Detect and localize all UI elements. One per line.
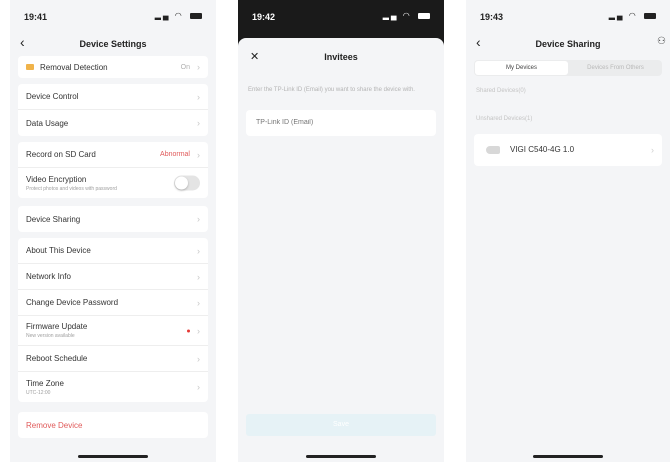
status-time: 19:41 xyxy=(24,12,48,22)
back-chevron-icon[interactable]: ‹ xyxy=(476,34,481,50)
user-add-icon[interactable]: ⚇ xyxy=(657,36,666,47)
device-sharing-row[interactable]: Device Sharing › xyxy=(18,206,208,232)
firmware-update-label: Firmware Update xyxy=(26,322,88,331)
status-icons: ▂▄ ◠ xyxy=(155,11,202,20)
device-control-label: Device Control xyxy=(26,92,79,101)
shared-devices-label: Shared Devices(0) xyxy=(476,88,526,94)
back-chevron-icon[interactable]: ‹ xyxy=(20,34,25,50)
time-zone-row[interactable]: Time Zone UTC-12:00 › xyxy=(18,372,208,402)
chevron-right-icon: › xyxy=(197,382,200,392)
chevron-right-icon: › xyxy=(197,297,200,308)
status-bar: 19:41 ▂▄ ◠ xyxy=(10,0,216,30)
camera-icon xyxy=(486,146,500,154)
sd-card-label: Record on SD Card xyxy=(26,150,96,159)
remove-group: Remove Device xyxy=(18,412,208,438)
video-encryption-label: Video Encryption xyxy=(26,174,87,184)
chevron-right-icon: › xyxy=(197,271,200,282)
sd-card-status: Abnormal xyxy=(160,151,190,158)
device-tabs: My Devices Devices From Others xyxy=(474,60,662,76)
change-password-label: Change Device Password xyxy=(26,298,119,307)
firmware-update-row[interactable]: Firmware Update New version available › xyxy=(18,316,208,346)
removal-detection-row[interactable]: Removal Detection On › xyxy=(18,56,208,78)
chevron-right-icon: › xyxy=(197,214,200,224)
device-list-item[interactable]: VIGI C540-4G 1.0 › xyxy=(474,134,662,166)
tplink-id-input[interactable] xyxy=(246,110,436,136)
removal-group: Removal Detection On › xyxy=(18,56,208,78)
status-bar: 19:43 ▂▄ ◠ xyxy=(466,0,670,30)
sheet-title: Invitees xyxy=(324,52,358,62)
home-indicator xyxy=(78,455,148,458)
invitees-screen: 19:42 ▂▄ ◠ ✕ Invitees Enter the TP-Link … xyxy=(238,0,444,462)
data-usage-label: Data Usage xyxy=(26,118,69,128)
reboot-schedule-label: Reboot Schedule xyxy=(26,354,88,363)
about-device-row[interactable]: About This Device › xyxy=(18,238,208,264)
removal-detection-value: On xyxy=(180,63,190,71)
status-bar: 19:42 ▂▄ ◠ xyxy=(238,0,444,30)
page-title: Device Settings xyxy=(79,39,147,49)
chevron-right-icon: › xyxy=(197,245,200,256)
tab-devices-from-others[interactable]: Devices From Others xyxy=(569,60,662,76)
battery-icon xyxy=(644,12,656,19)
about-device-label: About This Device xyxy=(26,246,91,255)
page-title: Device Sharing xyxy=(535,39,601,49)
storage-group: Record on SD Card Abnormal › Video Encry… xyxy=(18,142,208,198)
firmware-update-subtitle: New version available xyxy=(26,333,75,339)
chevron-right-icon: › xyxy=(197,325,200,336)
nav-bar: ‹ Device Sharing ⚇ xyxy=(466,32,670,56)
status-icons: ▂▄ ◠ xyxy=(383,11,430,20)
device-sharing-screen: 19:43 ▂▄ ◠ ‹ Device Sharing ⚇ My Devices… xyxy=(466,0,670,462)
invite-hint: Enter the TP-Link ID (Email) you want to… xyxy=(248,87,415,93)
status-icons: ▂▄ ◠ xyxy=(609,11,656,20)
chevron-right-icon: › xyxy=(197,118,200,128)
device-settings-screen: 19:41 ▂▄ ◠ ‹ Device Settings Removal Det… xyxy=(10,0,216,462)
remove-device-button[interactable]: Remove Device xyxy=(26,421,82,430)
time-zone-value: UTC-12:00 xyxy=(26,389,51,396)
invitees-sheet: ✕ Invitees Enter the TP-Link ID (Email) … xyxy=(238,38,444,462)
video-encryption-row: Video Encryption Protect photos and vide… xyxy=(18,168,208,198)
sd-card-row[interactable]: Record on SD Card Abnormal › xyxy=(18,142,208,168)
device-control-row[interactable]: Device Control › xyxy=(18,84,208,110)
control-group: Device Control › Data Usage › xyxy=(18,84,208,136)
video-encryption-toggle[interactable] xyxy=(174,175,200,191)
status-time: 19:43 xyxy=(480,12,504,22)
chevron-right-icon: › xyxy=(197,62,200,72)
video-encryption-subtitle: Protect photos and videos with password xyxy=(26,185,117,192)
chevron-right-icon: › xyxy=(197,91,200,102)
sharing-group: Device Sharing › xyxy=(18,206,208,232)
device-name: VIGI C540-4G 1.0 xyxy=(510,145,575,154)
unshared-devices-label: Unshared Devices(1) xyxy=(476,116,533,122)
network-info-label: Network Info xyxy=(26,272,71,281)
nav-bar: ‹ Device Settings xyxy=(10,32,216,56)
status-time: 19:42 xyxy=(252,12,276,22)
reboot-schedule-row[interactable]: Reboot Schedule › xyxy=(18,346,208,372)
removal-detection-label: Removal Detection xyxy=(40,62,108,72)
chevron-right-icon: › xyxy=(197,353,200,364)
remove-device-row[interactable]: Remove Device xyxy=(18,412,208,438)
time-zone-label: Time Zone xyxy=(26,378,64,388)
chevron-right-icon: › xyxy=(651,145,654,155)
warning-icon xyxy=(26,64,34,70)
chevron-right-icon: › xyxy=(197,149,200,160)
update-badge-dot xyxy=(187,329,190,332)
battery-icon xyxy=(190,12,202,19)
tab-my-devices[interactable]: My Devices xyxy=(475,61,568,75)
home-indicator xyxy=(533,455,603,458)
network-info-row[interactable]: Network Info › xyxy=(18,264,208,290)
save-button[interactable]: Save xyxy=(246,414,436,436)
battery-icon xyxy=(418,12,430,19)
device-sharing-label: Device Sharing xyxy=(26,214,81,224)
change-password-row[interactable]: Change Device Password › xyxy=(18,290,208,316)
home-indicator xyxy=(306,455,376,458)
device-info-group: About This Device › Network Info › Chang… xyxy=(18,238,208,402)
data-usage-row[interactable]: Data Usage › xyxy=(18,110,208,136)
